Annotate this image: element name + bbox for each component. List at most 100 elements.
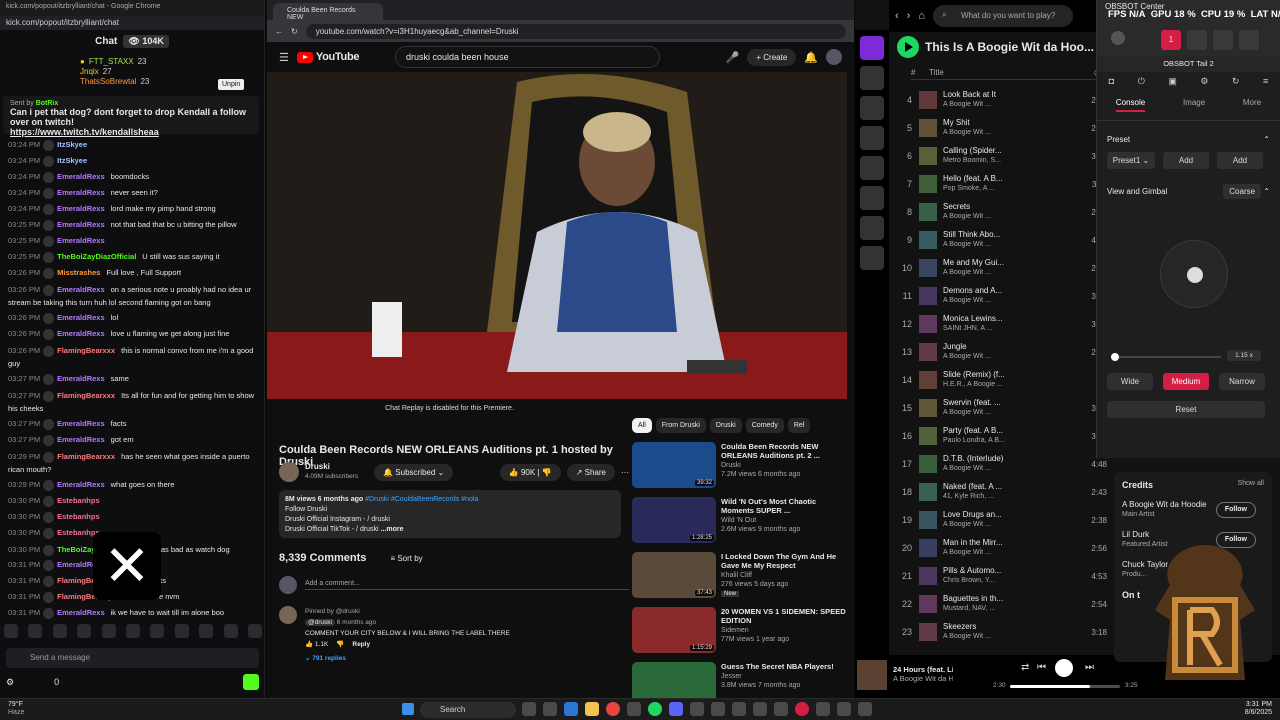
show-all-link[interactable]: Show all [1238,480,1264,490]
library-sidebar[interactable] [855,30,889,660]
mic-icon[interactable]: 🎤 [726,51,740,64]
track-artist[interactable]: A Boogie Wit ... [943,100,1067,110]
sort-button[interactable]: ≡ Sort by [390,554,422,563]
rec-channel[interactable]: Wild 'N Out [721,516,847,525]
library-item[interactable] [860,246,884,270]
track-title[interactable]: Hello (feat. A B... [943,174,1067,184]
user-avatar[interactable] [43,607,55,619]
emote-icon[interactable] [223,624,238,638]
taskbar-app-icon[interactable] [732,702,746,716]
message-user[interactable]: ItzSkyee [57,156,87,165]
add-button[interactable]: Add [1217,152,1263,169]
library-item[interactable] [860,156,884,180]
chat-message[interactable]: 03:27 PM FlamingBearxxx Its all for fun an… [0,387,262,416]
user-avatar[interactable] [43,171,55,183]
device-name[interactable]: OBSBOT Tail 2 [1097,56,1280,72]
menu-icon[interactable]: ≡ [1263,76,1268,86]
emote-icon[interactable] [150,624,165,638]
previous-icon[interactable]: ⏮ [1037,662,1046,673]
recommended-video[interactable]: 37:43 I Locked Down The Gym And He Gave M… [632,552,847,604]
zoom-value[interactable]: 1.15 x [1227,350,1261,361]
user-avatar[interactable] [43,345,55,357]
chat-message[interactable]: 03:26 PM EmeraldRexs love u flaming we get… [0,326,262,342]
taskbar-app-icon[interactable] [753,702,767,716]
track-row[interactable]: 20 Man in the Mirr... A Boogie Wit ... 2:56 [897,534,1107,562]
back-icon[interactable]: ‹ [895,10,899,22]
chat-message[interactable]: 03:24 PM EmeraldRexs boomdocks [0,169,262,185]
add-preset-button[interactable]: Add [1163,152,1209,169]
user-avatar[interactable] [43,511,55,523]
folder-icon[interactable] [585,702,599,716]
track-row[interactable]: 5My ShitA Boogie Wit ...2:08 [897,114,1107,142]
chat-message[interactable]: 03:25 PM EmeraldRexs not that bad that bc … [0,217,262,233]
track-title[interactable]: Still Think Abo... [943,230,1067,240]
notifications-icon[interactable]: 🔔 [804,51,818,64]
taskbar-app-icon[interactable] [837,702,851,716]
start-icon[interactable] [402,703,414,715]
user-avatar[interactable] [43,187,55,199]
rec-title[interactable]: 20 WOMEN VS 1 SIDEMEN: SPEED EDITION [721,607,847,625]
taskbar-app-icon[interactable] [816,702,830,716]
reset-button[interactable]: Reset [1107,401,1265,418]
recommended-video[interactable]: 39:32 Coulda Been Records NEW ORLEANS Aud… [632,442,847,494]
user-avatar[interactable] [43,418,55,430]
reload-icon[interactable]: ↻ [291,27,298,36]
video-thumbnail[interactable]: 39:32 [632,442,716,488]
track-artist[interactable]: 41, Kyle Rich, ... [943,492,1067,502]
search-input[interactable]: druski coulda been house [395,46,660,68]
now-playing-cover[interactable] [857,660,887,690]
message-user[interactable]: Misstrashes [57,268,100,277]
track-row[interactable]: 22 Baguettes in th... Mustard, NAV, ... 2:5… [897,590,1107,618]
library-item[interactable] [860,96,884,120]
track-row[interactable]: 6Calling (Spider...Metro Boomin, S...3:3… [897,142,1107,170]
record-icon[interactable]: ▣ [1168,76,1177,87]
add-comment-input[interactable]: Add a comment... [305,580,629,590]
message-user[interactable]: EmeraldRexs [57,374,105,383]
video-description[interactable]: 8M views 6 months ago #Druski #CouldaBee… [279,490,621,538]
taskbar-search[interactable]: Search [420,702,516,718]
message-user[interactable]: EmeraldRexs [57,220,105,229]
chip-from-druski[interactable]: From Druski [655,418,706,433]
video-thumbnail[interactable]: 37:43 [632,552,716,598]
library-item[interactable] [860,186,884,210]
send-button[interactable] [243,674,259,690]
youtube-logo[interactable]: YouTube [296,51,360,63]
now-playing-artist[interactable]: A Boogie Wit da Ho [893,674,953,683]
message-user[interactable]: EmeraldRexs [57,285,105,294]
user-avatar[interactable] [43,219,55,231]
channel-name[interactable]: Druski [305,462,358,472]
comment-like-button[interactable]: 👍 1.1K [305,639,328,650]
track-artist[interactable]: Mustard, NAV, ... [943,604,1067,614]
message-user[interactable]: EmeraldRexs [57,236,105,245]
track-artist[interactable]: A Boogie Wit ... [943,632,1067,642]
track-row[interactable]: 7Hello (feat. A B...Pop Smoke, A ...3:11 [897,170,1107,198]
track-artist[interactable]: A Boogie Wit ... [943,408,1067,418]
message-user[interactable]: FlamingBearxxx [57,346,115,355]
tab-console[interactable]: Console [1115,98,1146,112]
address-bar[interactable]: kick.com/popout/itzbrylliant/chat [0,16,264,30]
user-avatar[interactable] [43,434,55,446]
rec-channel[interactable]: Sidemen [721,626,847,635]
obsbot-icon[interactable] [795,702,809,716]
chat-message[interactable]: 03:30 PM Estebanhps [0,493,262,509]
track-row[interactable]: 13JungleA Boogie Wit ...2:54 [897,338,1107,366]
rec-channel[interactable]: Druski [721,461,847,470]
track-row[interactable]: 9Still Think Abo...A Boogie Wit ...4:07 [897,226,1107,254]
taskbar-app-icon[interactable] [543,702,557,716]
track-title[interactable]: Swervin (feat. ... [943,398,1067,408]
track-artist[interactable]: Paulo Londra, A B... [943,436,1067,446]
zoom-slider[interactable] [1111,353,1221,361]
emote-icon[interactable] [174,624,189,638]
track-row[interactable]: 4Look Back at ItA Boogie Wit ...2:59 [897,86,1107,114]
track-title[interactable]: Jungle [943,342,1067,352]
replies-toggle[interactable]: ⌄ 791 replies [305,653,629,664]
device-slot[interactable]: 1 [1161,30,1181,50]
message-user[interactable]: EmeraldRexs [57,480,105,489]
more-icon[interactable]: ⋯ [621,468,629,477]
menu-icon[interactable]: ☰ [279,51,289,64]
message-user[interactable]: ItzSkyee [57,140,87,149]
shuffle-icon[interactable]: ⇄ [1021,662,1029,673]
user-avatar[interactable] [43,155,55,167]
video-player[interactable] [267,72,847,399]
now-playing-title[interactable]: 24 Hours (feat. Li [893,665,953,674]
